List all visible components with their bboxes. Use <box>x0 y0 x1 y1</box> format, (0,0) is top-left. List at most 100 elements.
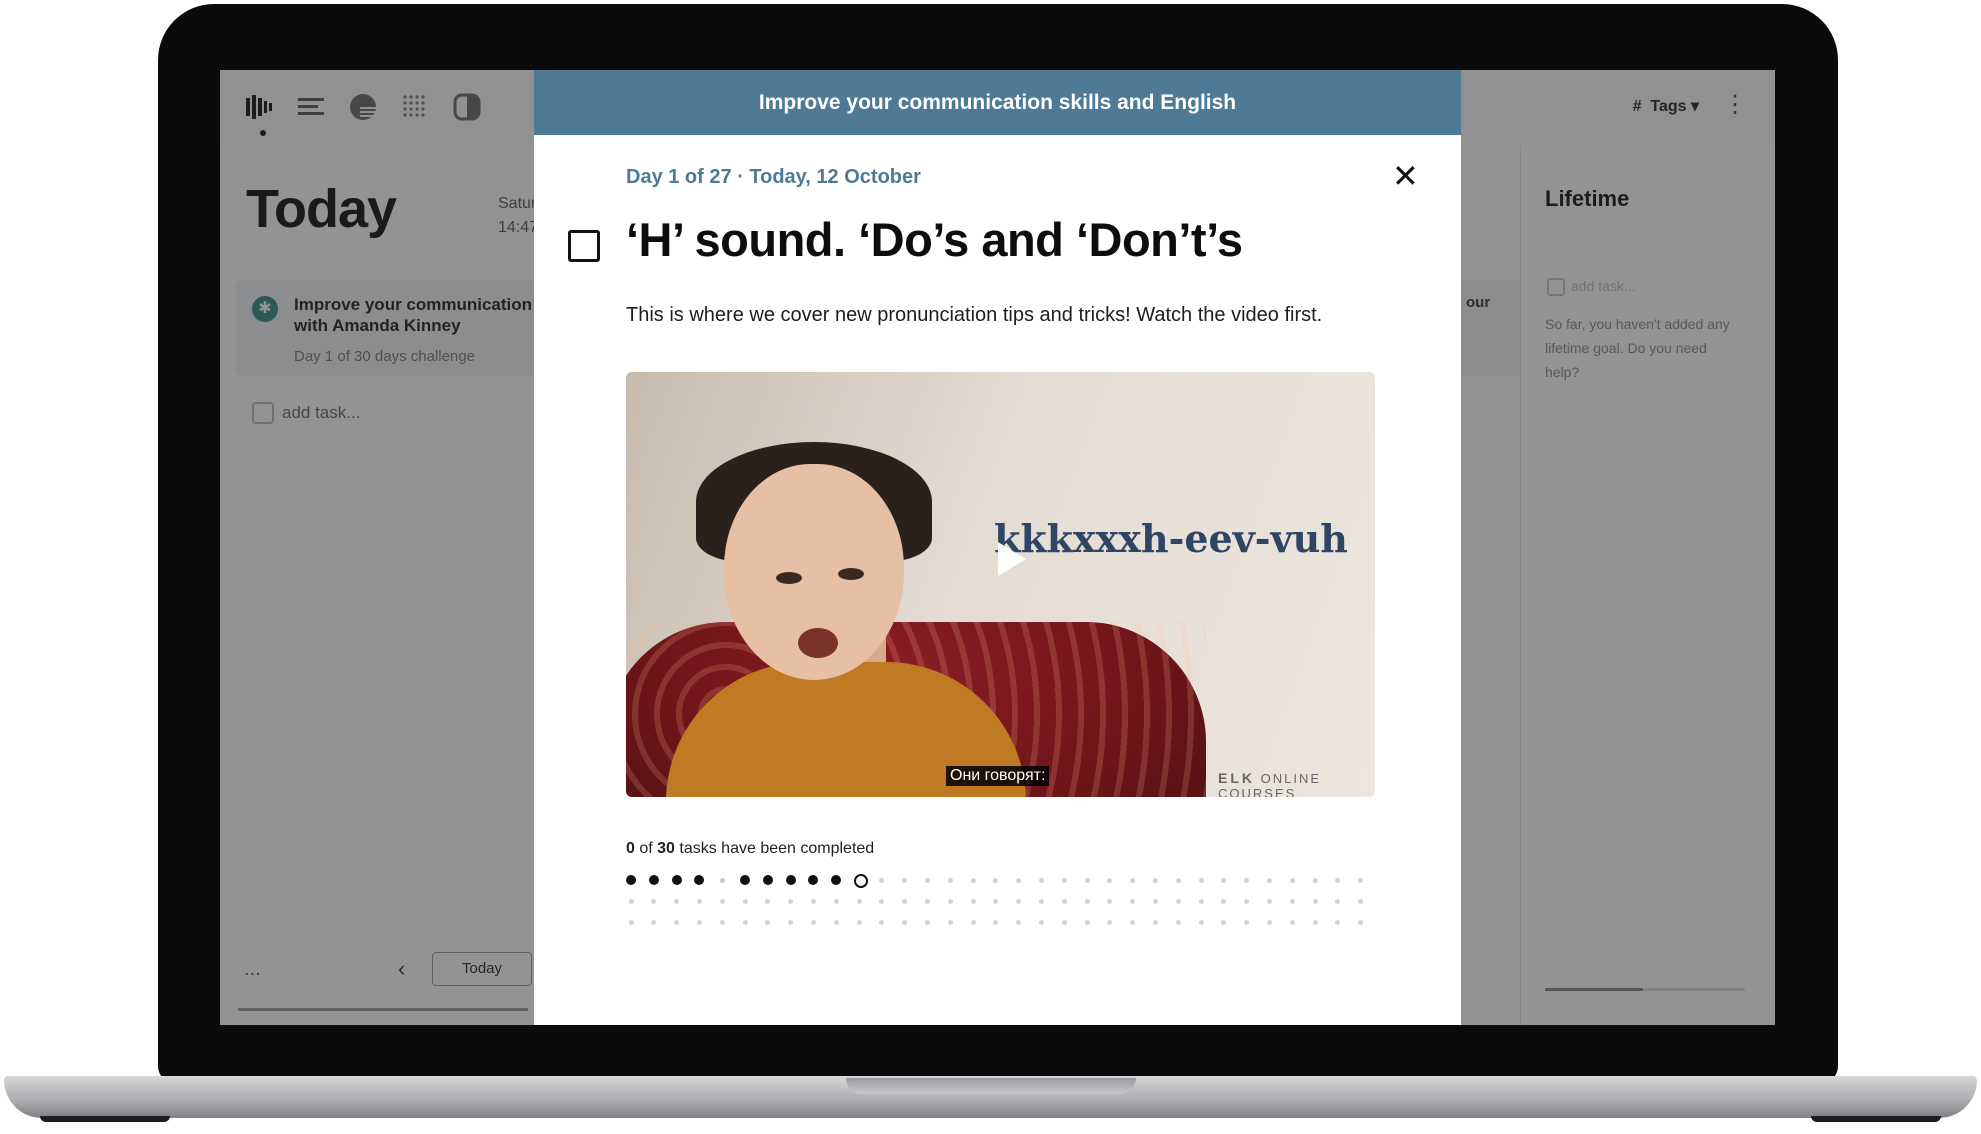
progress-dot[interactable] <box>856 899 862 904</box>
progress-dot[interactable] <box>1221 878 1227 883</box>
progress-dot[interactable] <box>831 875 842 885</box>
progress-dot[interactable] <box>1335 899 1341 904</box>
progress-dot[interactable] <box>947 878 953 883</box>
progress-dot[interactable] <box>1289 878 1295 883</box>
progress-dot[interactable] <box>694 875 705 885</box>
progress-dot[interactable] <box>1244 899 1250 904</box>
progress-dot[interactable] <box>993 920 999 925</box>
progress-dot[interactable] <box>1358 920 1364 925</box>
progress-dot[interactable] <box>1335 920 1341 925</box>
progress-dot[interactable] <box>1107 878 1113 883</box>
progress-dot[interactable] <box>1130 878 1136 883</box>
play-icon[interactable] <box>998 542 1026 576</box>
progress-dot[interactable] <box>879 899 885 904</box>
progress-dot[interactable] <box>1152 920 1158 925</box>
progress-dot[interactable] <box>947 920 953 925</box>
progress-dot[interactable] <box>674 899 680 904</box>
progress-dot[interactable] <box>1130 899 1136 904</box>
progress-dot[interactable] <box>1335 878 1341 883</box>
progress-dot[interactable] <box>651 920 657 925</box>
progress-dot[interactable] <box>1038 878 1044 883</box>
progress-dot[interactable] <box>1289 899 1295 904</box>
progress-dot[interactable] <box>808 875 819 885</box>
progress-dot[interactable] <box>1175 878 1181 883</box>
progress-dot[interactable] <box>626 875 636 885</box>
progress-dot[interactable] <box>762 875 773 885</box>
progress-dot[interactable] <box>1266 920 1272 925</box>
progress-dot[interactable] <box>742 899 748 904</box>
progress-dot[interactable] <box>1312 920 1318 925</box>
progress-dot[interactable] <box>1175 899 1181 904</box>
progress-dot[interactable] <box>740 875 750 885</box>
progress-dot[interactable] <box>947 899 953 904</box>
progress-dot[interactable] <box>788 899 794 904</box>
progress-dot[interactable] <box>970 899 976 904</box>
progress-dot[interactable] <box>1061 878 1067 883</box>
progress-dot[interactable] <box>1107 920 1113 925</box>
progress-dot[interactable] <box>1266 878 1272 883</box>
progress-dot[interactable] <box>1061 920 1067 925</box>
video-player[interactable]: kkkxxxh-eev-vuh Они говорят: ELK ONLINE … <box>626 372 1375 797</box>
progress-dot[interactable] <box>674 920 680 925</box>
progress-dot[interactable] <box>902 920 908 925</box>
progress-dot[interactable] <box>924 878 930 883</box>
progress-dot[interactable] <box>1038 899 1044 904</box>
progress-dot[interactable] <box>1312 878 1318 883</box>
progress-dot[interactable] <box>1221 899 1227 904</box>
progress-dot[interactable] <box>879 878 885 883</box>
progress-dot[interactable] <box>833 899 839 904</box>
progress-dot[interactable] <box>902 899 908 904</box>
progress-dot[interactable] <box>1289 920 1295 925</box>
progress-dot[interactable] <box>902 878 908 883</box>
progress-dot[interactable] <box>970 878 976 883</box>
progress-dot[interactable] <box>1312 899 1318 904</box>
progress-dot[interactable] <box>924 920 930 925</box>
progress-dot[interactable] <box>1358 878 1364 883</box>
task-complete-checkbox[interactable] <box>568 230 600 262</box>
progress-dot[interactable] <box>1061 899 1067 904</box>
progress-dot[interactable] <box>1084 899 1090 904</box>
progress-dot[interactable] <box>833 920 839 925</box>
progress-dot[interactable] <box>785 875 796 885</box>
progress-dot[interactable] <box>1107 899 1113 904</box>
progress-dot[interactable] <box>1038 920 1044 925</box>
progress-dot[interactable] <box>671 875 682 885</box>
progress-dot[interactable] <box>1198 878 1204 883</box>
progress-dot[interactable] <box>1244 920 1250 925</box>
progress-dot[interactable] <box>1130 920 1136 925</box>
progress-dot[interactable] <box>1084 878 1090 883</box>
progress-dot[interactable] <box>765 920 771 925</box>
progress-dot[interactable] <box>1358 899 1364 904</box>
progress-dot[interactable] <box>719 878 725 883</box>
progress-dot[interactable] <box>696 920 702 925</box>
progress-dot[interactable] <box>651 899 657 904</box>
progress-dot[interactable] <box>856 920 862 925</box>
progress-dot[interactable] <box>993 899 999 904</box>
progress-dot[interactable] <box>1266 899 1272 904</box>
progress-dot[interactable] <box>1244 878 1250 883</box>
progress-dot[interactable] <box>628 920 634 925</box>
progress-dot[interactable] <box>648 875 659 885</box>
progress-dot[interactable] <box>1152 878 1158 883</box>
progress-dot[interactable] <box>1016 878 1022 883</box>
progress-dot[interactable] <box>1152 899 1158 904</box>
progress-dot[interactable] <box>924 899 930 904</box>
progress-dot[interactable] <box>993 878 999 883</box>
progress-dot[interactable] <box>1175 920 1181 925</box>
progress-dot[interactable] <box>810 899 816 904</box>
progress-dot[interactable] <box>1084 920 1090 925</box>
progress-dot[interactable] <box>1016 899 1022 904</box>
progress-dot[interactable] <box>810 920 816 925</box>
progress-dot[interactable] <box>719 899 725 904</box>
progress-dot[interactable] <box>1198 899 1204 904</box>
progress-dot[interactable] <box>628 899 634 904</box>
progress-dot[interactable] <box>1221 920 1227 925</box>
progress-dot[interactable] <box>854 874 868 888</box>
close-icon[interactable]: ✕ <box>1392 160 1419 192</box>
progress-dot[interactable] <box>1198 920 1204 925</box>
progress-dot[interactable] <box>719 920 725 925</box>
progress-dot[interactable] <box>879 920 885 925</box>
progress-dot[interactable] <box>696 899 702 904</box>
progress-dot[interactable] <box>742 920 748 925</box>
progress-dot[interactable] <box>765 899 771 904</box>
